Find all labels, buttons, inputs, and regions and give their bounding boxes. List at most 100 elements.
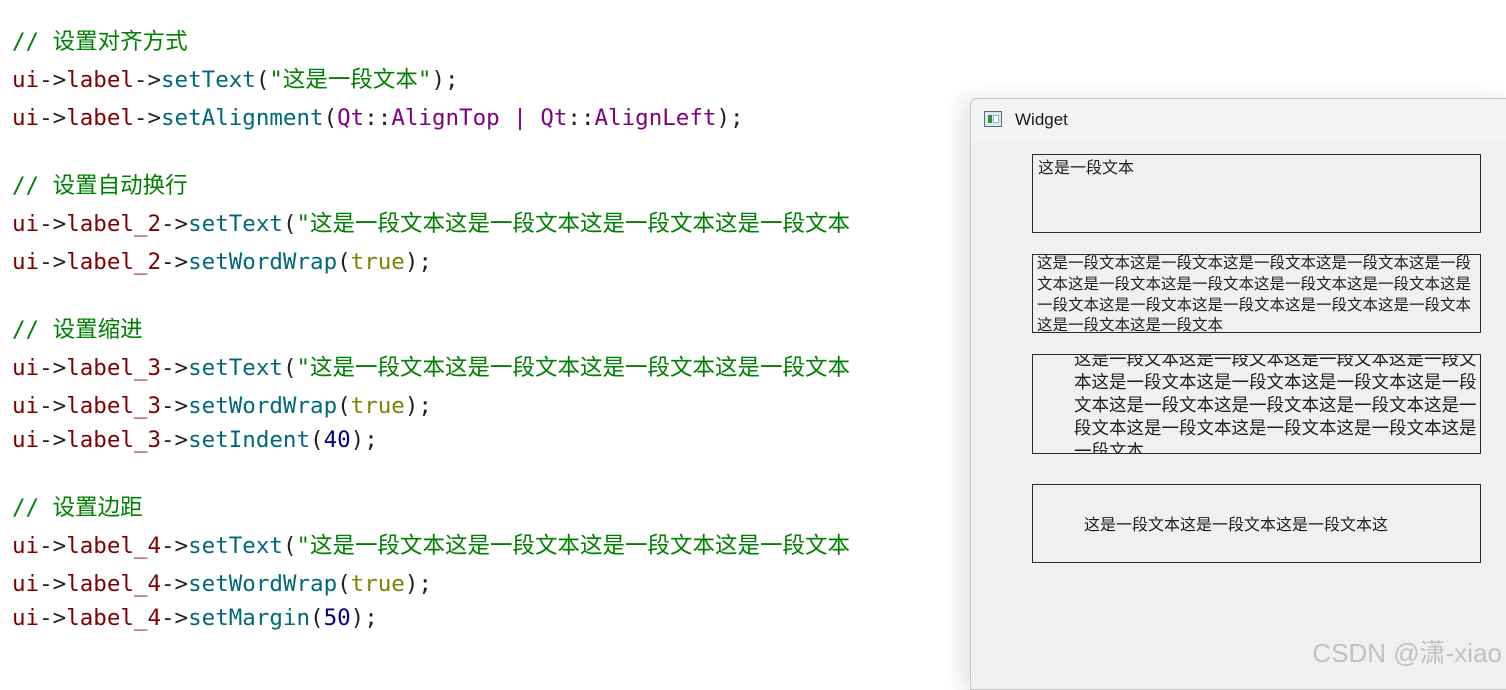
token-paren: (: [337, 393, 351, 419]
token-number: 40: [323, 427, 351, 453]
code-line-label-settext: ui->label->setText("这是一段文本");: [12, 66, 459, 94]
token-paren: (: [310, 605, 324, 631]
token-close: );: [404, 249, 432, 275]
token-arrow: ->: [161, 393, 189, 419]
token-ui: ui: [12, 393, 40, 419]
token-qt: Qt: [540, 105, 568, 131]
token-label: label_2: [66, 249, 162, 275]
token-arrow: ->: [39, 605, 67, 631]
token-label: label: [66, 67, 134, 93]
token-arrow: ->: [161, 211, 189, 237]
token-arrow: ->: [161, 605, 189, 631]
token-qt: Qt: [337, 105, 365, 131]
token-label: label_4: [66, 605, 162, 631]
code-comment-alignment: // 设置对齐方式: [12, 29, 188, 55]
code-line-label4-setwordwrap: ui->label_4->setWordWrap(true);: [12, 570, 432, 598]
token-arrow: ->: [39, 249, 67, 275]
token-arrow: ->: [161, 571, 189, 597]
token-keyword: true: [350, 393, 405, 419]
token-paren: (: [255, 67, 270, 93]
token-scope: ::: [364, 105, 392, 131]
label-text: 这是一段文本: [1038, 158, 1135, 177]
code-line-label-setalignment: ui->label->setAlignment(Qt::AlignTop | Q…: [12, 104, 744, 132]
token-function: setAlignment: [161, 105, 324, 131]
token-close: );: [350, 427, 378, 453]
label-indent: 这是一段文本这是一段文本这是一段文本这是一段文本这是一段文本这是一段文本这是一段…: [1032, 354, 1481, 454]
token-paren: (: [282, 355, 297, 381]
token-enum: AlignTop: [391, 105, 500, 131]
label-word-wrap: 这是一段文本这是一段文本这是一段文本这是一段文本这是一段文本这是一段文本这是一段…: [1032, 254, 1481, 333]
token-label: label_3: [66, 427, 162, 453]
token-arrow: ->: [161, 533, 189, 559]
token-arrow: ->: [133, 67, 162, 93]
token-pipe: |: [499, 105, 541, 131]
token-keyword: true: [350, 249, 405, 275]
token-close: );: [431, 67, 459, 93]
token-close: );: [716, 105, 744, 131]
token-arrow: ->: [39, 571, 67, 597]
token-ui: ui: [12, 571, 40, 597]
code-line-label2-setwordwrap: ui->label_2->setWordWrap(true);: [12, 248, 432, 276]
token-function: setText: [161, 67, 256, 93]
code-line-label2-settext: ui->label_2->setText("这是一段文本这是一段文本这是一段文本…: [12, 210, 850, 238]
token-paren: (: [282, 211, 297, 237]
label-text: 这是一段文本这是一段文本这是一段文本这: [1084, 515, 1389, 534]
token-arrow: ->: [39, 393, 67, 419]
token-ui: ui: [12, 105, 40, 131]
token-label: label_3: [66, 393, 162, 419]
token-close: );: [350, 605, 378, 631]
code-line-label4-setmargin: ui->label_4->setMargin(50);: [12, 604, 378, 632]
label-text: 这是一段文本这是一段文本这是一段文本这是一段文本这是一段文本这是一段文本这是一段…: [1037, 254, 1472, 333]
token-arrow: ->: [39, 67, 67, 93]
code-line-label4-settext: ui->label_4->setText("这是一段文本这是一段文本这是一段文本…: [12, 532, 850, 560]
code-comment-indent: // 设置缩进: [12, 317, 143, 343]
token-label: label_4: [66, 533, 162, 559]
window-titlebar[interactable]: Widget: [971, 99, 1506, 141]
token-arrow: ->: [39, 105, 67, 131]
token-arrow: ->: [133, 105, 162, 131]
token-close: );: [404, 571, 432, 597]
token-arrow: ->: [39, 533, 67, 559]
token-function: setWordWrap: [188, 393, 338, 419]
token-ui: ui: [12, 533, 40, 559]
label-text: 这是一段文本这是一段文本这是一段文本这是一段文本这是一段文本这是一段文本这是一段…: [1074, 354, 1477, 454]
token-number: 50: [323, 605, 351, 631]
token-arrow: ->: [39, 211, 67, 237]
token-paren: (: [282, 533, 297, 559]
token-function: setWordWrap: [188, 571, 338, 597]
token-arrow: ->: [161, 249, 189, 275]
token-ui: ui: [12, 249, 40, 275]
token-label: label_4: [66, 571, 162, 597]
token-function: setWordWrap: [188, 249, 338, 275]
token-arrow: ->: [161, 427, 189, 453]
token-paren: (: [337, 571, 351, 597]
token-string: "这是一段文本这是一段文本这是一段文本这是一段文本: [296, 355, 851, 381]
code-line-label3-setindent: ui->label_3->setIndent(40);: [12, 426, 378, 454]
token-close: );: [404, 393, 432, 419]
token-label: label_3: [66, 355, 162, 381]
token-function: setText: [188, 355, 283, 381]
token-paren: (: [323, 105, 338, 131]
token-string: "这是一段文本这是一段文本这是一段文本这是一段文本: [296, 533, 851, 559]
label-margin: 这是一段文本这是一段文本这是一段文本这: [1032, 484, 1481, 563]
widget-window[interactable]: Widget 这是一段文本 这是一段文本这是一段文本这是一段文本这是一段文本这是…: [970, 98, 1506, 690]
token-arrow: ->: [39, 355, 67, 381]
token-arrow: ->: [39, 427, 67, 453]
token-ui: ui: [12, 211, 40, 237]
code-line-label3-setwordwrap: ui->label_3->setWordWrap(true);: [12, 392, 432, 420]
qt-window-icon: [984, 111, 1002, 127]
token-paren: (: [337, 249, 351, 275]
token-enum: AlignLeft: [594, 105, 717, 131]
csdn-watermark: CSDN @潇-xiao: [1312, 638, 1502, 668]
token-label: label: [66, 105, 134, 131]
token-scope: ::: [567, 105, 595, 131]
token-ui: ui: [12, 427, 40, 453]
token-function: setText: [188, 211, 283, 237]
token-keyword: true: [350, 571, 405, 597]
token-ui: ui: [12, 355, 40, 381]
token-ui: ui: [12, 605, 40, 631]
window-title: Widget: [1015, 110, 1068, 129]
token-function: setMargin: [188, 605, 311, 631]
token-arrow: ->: [161, 355, 189, 381]
token-function: setIndent: [188, 427, 311, 453]
